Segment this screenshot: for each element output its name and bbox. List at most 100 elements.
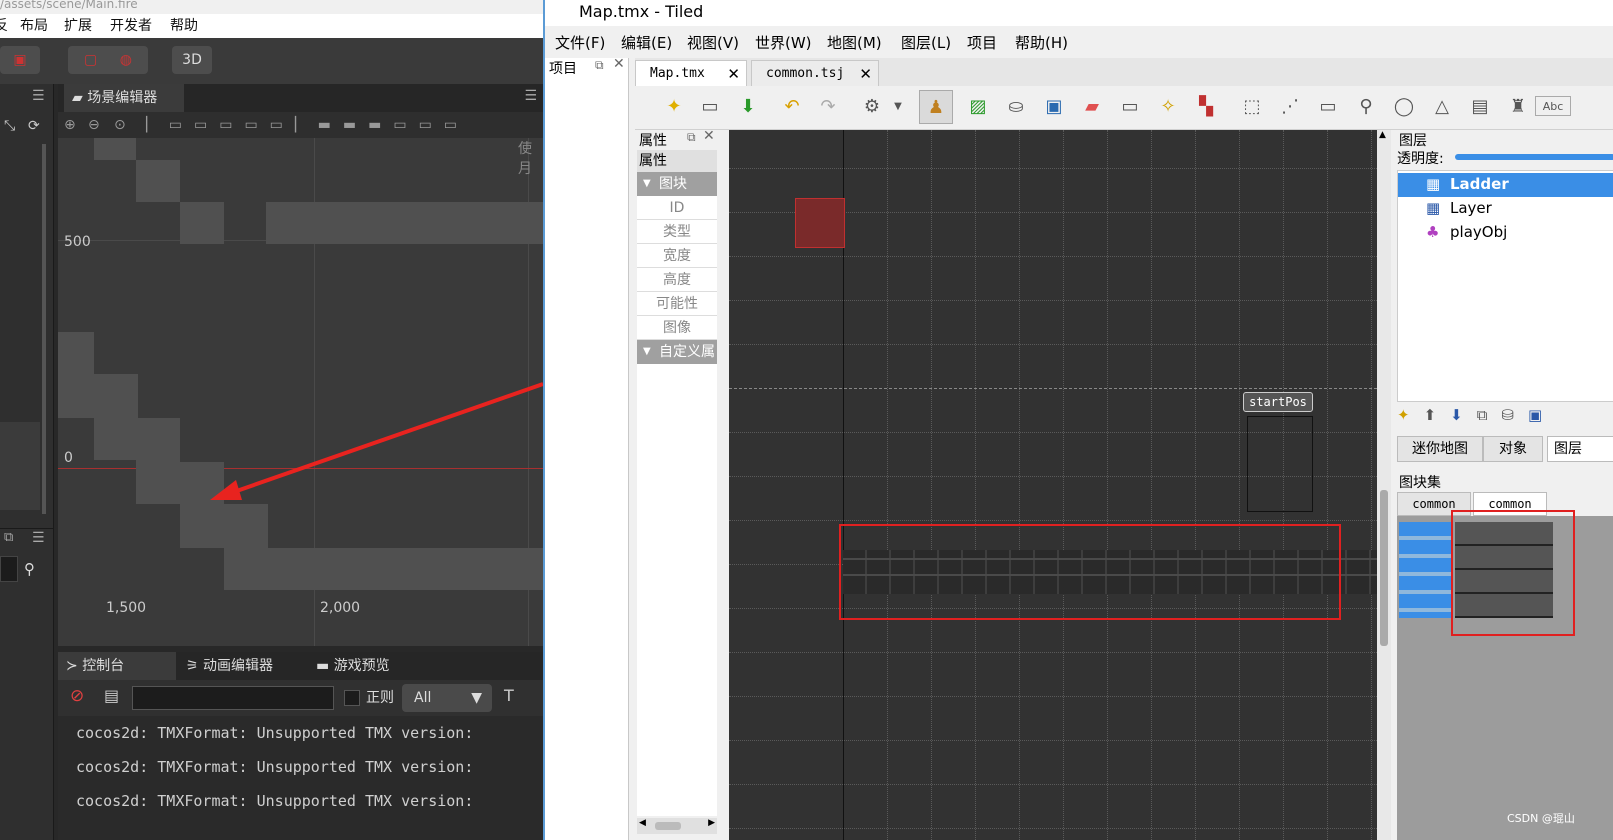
insert-polygon-icon[interactable]: △ xyxy=(1429,94,1455,120)
menu-view[interactable]: 视图(V) xyxy=(687,30,739,56)
tile-cursor-preview xyxy=(795,198,845,248)
grid-line xyxy=(1151,130,1152,840)
grid-line xyxy=(1107,130,1108,840)
scroll-thumb[interactable] xyxy=(1380,490,1388,646)
object-label-startpos[interactable]: startPos xyxy=(1243,392,1313,412)
map-view[interactable]: startPos xyxy=(729,130,1377,840)
save-icon[interactable]: ⬇ xyxy=(735,94,761,120)
grid-line xyxy=(1063,130,1064,840)
edit-polygons-icon[interactable]: ⋰ xyxy=(1277,94,1303,120)
insert-ellipse-icon[interactable]: ◯ xyxy=(1391,94,1417,120)
close-icon[interactable]: ✕ xyxy=(727,61,740,87)
grid-line xyxy=(729,344,1377,345)
group-custom[interactable]: ▼ 自定义属 xyxy=(637,340,717,364)
prop-height[interactable]: 高度 xyxy=(637,268,717,292)
project-panel-title: 项目 xyxy=(549,61,577,77)
document-tabs: Map.tmx ✕ common.tsj ✕ xyxy=(635,58,1613,86)
properties-hscrollbar[interactable]: ◀ ▶ xyxy=(637,818,717,834)
new-layer-icon[interactable]: ✦ xyxy=(1397,406,1424,424)
lower-layer-icon[interactable]: ⬇ xyxy=(1450,406,1477,424)
tab-layers[interactable]: 图层 xyxy=(1547,436,1613,462)
grid-line xyxy=(729,300,1377,301)
chevron-up-icon[interactable]: ▲ xyxy=(1379,130,1386,140)
opacity-slider[interactable] xyxy=(1455,154,1613,160)
tileset-view[interactable]: CSDN @琨山 xyxy=(1397,510,1613,840)
raise-layer-icon[interactable]: ⬆ xyxy=(1424,406,1451,424)
tab-objects[interactable]: 对象 xyxy=(1483,436,1543,462)
group-tile[interactable]: ▼ 图块 xyxy=(637,172,717,196)
select-objects-icon[interactable]: ⬚ xyxy=(1239,94,1265,120)
menu-edit[interactable]: 编辑(E) xyxy=(621,30,672,56)
object-startpos[interactable] xyxy=(1247,416,1313,512)
close-icon[interactable]: ✕ xyxy=(613,56,625,72)
map-vscrollbar[interactable]: ▲ xyxy=(1377,130,1391,840)
tiled-menubar: 文件(F) 编辑(E) 视图(V) 世界(W) 地图(M) 图层(L) 项目 帮… xyxy=(545,30,1613,56)
grid-line xyxy=(1327,130,1328,840)
chevron-right-icon[interactable]: ▶ xyxy=(708,818,715,828)
menu-project[interactable]: 项目 xyxy=(967,30,997,56)
close-icon[interactable]: ✕ xyxy=(703,128,715,144)
close-icon[interactable]: ✕ xyxy=(859,61,872,87)
menu-layer[interactable]: 图层(L) xyxy=(901,30,951,56)
opacity-label: 透明度: xyxy=(1397,151,1444,167)
undo-icon[interactable]: ↶ xyxy=(779,94,805,120)
duplicate-layer-icon[interactable]: ⧉ xyxy=(1477,406,1502,424)
prop-type[interactable]: 类型 xyxy=(637,220,717,244)
prop-width[interactable]: 宽度 xyxy=(637,244,717,268)
magic-wand-icon[interactable]: ✧ xyxy=(1155,94,1181,120)
properties-panel-title: 属性 xyxy=(639,133,667,149)
tab-common-tsj[interactable]: common.tsj ✕ xyxy=(751,60,879,86)
chevron-down-icon[interactable]: ▼ xyxy=(885,94,911,120)
show-layer-icon[interactable]: ▣ xyxy=(1528,406,1556,424)
terrain-brush-icon[interactable]: ▨ xyxy=(965,94,991,120)
redo-icon[interactable]: ↷ xyxy=(815,94,841,120)
delete-layer-icon[interactable]: ⛁ xyxy=(1501,406,1528,424)
select-same-tile-icon[interactable]: ▚ xyxy=(1193,94,1219,120)
tab-map-tmx[interactable]: Map.tmx ✕ xyxy=(635,60,747,86)
chevron-down-icon: ▼ xyxy=(643,178,651,189)
bucket-fill-icon[interactable]: ⛀ xyxy=(1003,94,1029,120)
grid-line xyxy=(729,740,1377,741)
rect-select-icon[interactable]: ▭ xyxy=(1117,94,1143,120)
grid-line xyxy=(729,256,1377,257)
object-layer-icon: ♣ xyxy=(1426,223,1440,241)
insert-text-icon[interactable]: Abc xyxy=(1535,96,1571,116)
prop-image[interactable]: 图像 xyxy=(637,316,717,340)
insert-template-icon[interactable]: ♜ xyxy=(1505,94,1531,120)
chevron-left-icon[interactable]: ◀ xyxy=(639,818,646,828)
scroll-thumb[interactable] xyxy=(655,822,681,830)
commands-icon[interactable]: ⚙ xyxy=(859,94,885,120)
properties-header: 属性 xyxy=(637,150,717,172)
ladder-tile[interactable] xyxy=(1399,522,1451,618)
menu-help[interactable]: 帮助(H) xyxy=(1015,30,1068,56)
menu-world[interactable]: 世界(W) xyxy=(755,30,812,56)
insert-tile-icon[interactable]: ▤ xyxy=(1467,94,1493,120)
float-icon[interactable]: ⧉ xyxy=(595,58,604,73)
menu-map[interactable]: 地图(M) xyxy=(827,30,882,56)
grid-line xyxy=(729,652,1377,653)
layer-item-playobj[interactable]: ♣ playObj xyxy=(1398,221,1613,245)
eraser-icon[interactable]: ▰ xyxy=(1079,94,1105,120)
tab-minimap[interactable]: 迷你地图 xyxy=(1397,436,1483,462)
layers-panel-title: 图层 xyxy=(1399,133,1427,149)
grid-line xyxy=(887,130,888,840)
grid-line xyxy=(729,696,1377,697)
grid-line xyxy=(1195,130,1196,840)
grid-line xyxy=(729,828,1377,829)
float-icon[interactable]: ⧉ xyxy=(687,130,696,145)
insert-point-icon[interactable]: ⚲ xyxy=(1353,94,1379,120)
layer-item-ladder[interactable]: ▦ Ladder xyxy=(1398,173,1613,197)
new-icon[interactable]: ✦ xyxy=(661,94,687,120)
menu-file[interactable]: 文件(F) xyxy=(555,30,605,56)
prop-probability[interactable]: 可能性 xyxy=(637,292,717,316)
shape-fill-icon[interactable]: ▣ xyxy=(1041,94,1067,120)
prop-id[interactable]: ID xyxy=(637,196,717,220)
open-icon[interactable]: ▭ xyxy=(697,94,723,120)
layer-item-layer[interactable]: ▦ Layer xyxy=(1398,197,1613,221)
grid-line xyxy=(729,520,1377,521)
insert-rect-icon[interactable]: ▭ xyxy=(1315,94,1341,120)
project-panel: 项目 ⧉ ✕ xyxy=(545,56,629,840)
grid-line xyxy=(975,130,976,840)
stamp-brush-icon[interactable]: ♟ xyxy=(919,90,953,124)
tilesets-panel-title: 图块集 xyxy=(1399,475,1441,491)
